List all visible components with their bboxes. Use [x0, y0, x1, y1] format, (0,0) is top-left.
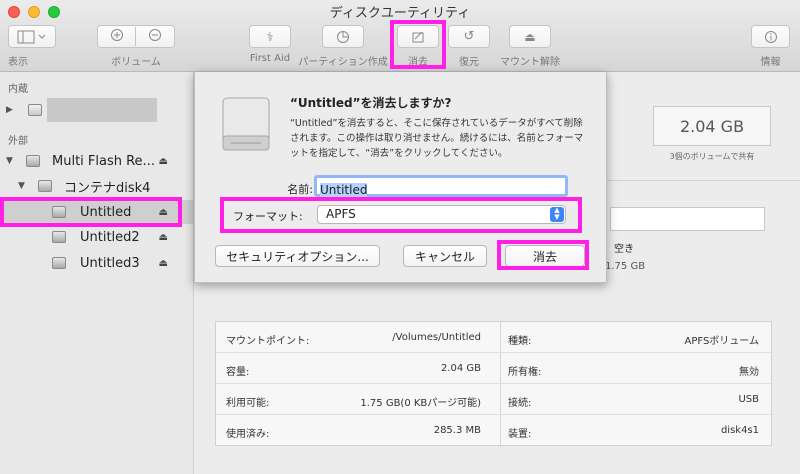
add-volume-icon[interactable]	[98, 27, 136, 46]
free-label: 空き	[614, 244, 634, 255]
select-chevron-icon: ▲ ▼	[550, 207, 564, 222]
info-icon	[764, 30, 777, 43]
divider	[216, 383, 773, 384]
capacity-shared-label: 3個のボリュームで共有	[669, 152, 755, 161]
section-internal: 内蔵	[8, 84, 28, 95]
restore-button[interactable]: ↺	[448, 25, 490, 48]
dialog-message: “Untitled”を消去すると、そこに保存されているデータがすべて削除されます…	[290, 118, 584, 159]
unmount-button[interactable]: ⏏	[509, 25, 551, 48]
volume-button-group[interactable]	[97, 25, 175, 48]
name-field[interactable]: Untitled	[314, 175, 568, 197]
info-button[interactable]	[751, 25, 790, 48]
section-external: 外部	[8, 136, 28, 147]
stethoscope-icon: ⚕	[266, 29, 274, 44]
external-disk-icon	[26, 155, 40, 167]
info-label: 情報	[760, 57, 781, 68]
info-value: APFSボリューム	[684, 336, 760, 347]
volume-icon	[52, 231, 66, 243]
sidebar-item-multi-flash[interactable]: ▼ Multi Flash Re... ⏏	[0, 149, 194, 173]
sidebar-item-untitled2[interactable]: Untitled2 ⏏	[0, 225, 194, 249]
first-aid-label: First Aid	[249, 53, 291, 64]
free-value: 1.75 GB	[605, 261, 646, 272]
volume-label: ボリューム	[111, 57, 161, 68]
disclosure-triangle-icon[interactable]: ▶	[6, 105, 13, 115]
remove-volume-icon[interactable]	[136, 27, 174, 46]
name-field-value: Untitled	[320, 183, 368, 197]
erase-button[interactable]: 消去	[505, 245, 585, 267]
partition-button[interactable]	[322, 25, 364, 48]
divider	[216, 414, 773, 415]
sidebar-item-label: コンテナdisk4	[64, 180, 151, 196]
unmount-icon: ⏏	[524, 29, 536, 44]
erase-dialog: “Untitled”を消去しますか? “Untitled”を消去すると、そこに保…	[194, 72, 607, 283]
erase-toolbar-button[interactable]	[397, 25, 439, 48]
first-aid-button[interactable]: ⚕	[249, 25, 291, 48]
info-value: 285.3 MB	[433, 425, 481, 436]
format-label: フォーマット:	[233, 210, 303, 223]
drive-icon	[222, 97, 270, 151]
sidebar: 内蔵 ▶ 外部 ▼ Multi Flash Re... ⏏ ▼ コンテナdisk…	[0, 72, 194, 474]
info-key: マウントポイント:	[226, 336, 310, 347]
sidebar-item-internal-disk[interactable]: ▶	[0, 98, 194, 122]
view-button[interactable]	[8, 25, 56, 48]
usage-bar	[610, 207, 765, 231]
partition-label: パーティション作成	[298, 57, 388, 68]
sidebar-view-icon	[17, 30, 46, 43]
dialog-title: “Untitled”を消去しますか?	[290, 96, 452, 110]
info-key: 容量:	[226, 367, 250, 378]
disclosure-triangle-open-icon[interactable]: ▼	[6, 156, 13, 166]
info-key: 装置:	[508, 429, 532, 440]
erase-label: 消去	[408, 57, 428, 68]
eject-icon[interactable]: ⏏	[159, 207, 168, 218]
window-title: ディスクユーティリティ	[329, 6, 471, 21]
volume-icon	[52, 257, 66, 269]
disclosure-triangle-open-icon[interactable]: ▼	[18, 181, 25, 191]
sidebar-item-untitled3[interactable]: Untitled3 ⏏	[0, 251, 194, 275]
info-key: 使用済み:	[226, 429, 270, 440]
info-key: 種類:	[508, 336, 532, 347]
eject-icon[interactable]: ⏏	[159, 258, 168, 269]
format-select[interactable]: APFS ▲ ▼	[317, 205, 566, 224]
eject-icon[interactable]: ⏏	[159, 156, 168, 167]
internal-disk-icon	[28, 104, 42, 116]
security-options-button[interactable]: セキュリティオプション...	[215, 245, 380, 267]
sidebar-item-label: Untitled3	[80, 255, 140, 271]
unmount-label: マウント解除	[500, 57, 560, 68]
erase-icon	[412, 31, 424, 42]
format-select-value: APFS	[326, 207, 356, 221]
cancel-button[interactable]: キャンセル	[403, 245, 487, 267]
info-key: 利用可能:	[226, 398, 270, 409]
sidebar-item-container[interactable]: ▼ コンテナdisk4	[0, 174, 194, 198]
info-value: 1.75 GB(0 KBパージ可能)	[360, 398, 481, 409]
sidebar-item-untitled[interactable]: Untitled ⏏	[0, 200, 194, 224]
container-icon	[38, 180, 52, 192]
view-label: 表示	[8, 57, 28, 68]
info-key: 接続:	[508, 398, 532, 409]
name-label: 名前:	[287, 183, 313, 196]
eject-icon[interactable]: ⏏	[159, 232, 168, 243]
sidebar-item-label: Untitled	[80, 204, 132, 220]
restore-icon: ↺	[463, 29, 475, 44]
info-value: USB	[738, 394, 759, 405]
info-table: マウントポイント: /Volumes/Untitled 容量: 2.04 GB …	[215, 321, 773, 447]
volume-icon	[52, 206, 66, 218]
redacted-disk-name	[47, 98, 157, 122]
info-key: 所有権:	[508, 367, 542, 378]
restore-label: 復元	[459, 57, 479, 68]
capacity-box: 2.04 GB	[653, 106, 771, 146]
sidebar-item-label: Multi Flash Re...	[52, 153, 155, 169]
divider	[500, 322, 501, 447]
partition-icon	[337, 30, 349, 43]
info-value: disk4s1	[720, 425, 759, 436]
info-value: 無効	[739, 367, 759, 378]
divider	[216, 352, 773, 353]
info-value: 2.04 GB	[440, 363, 481, 374]
title-bar: ディスクユーティリティ 表示 ボリューム ⚕ First Aid パーティション…	[0, 0, 800, 72]
info-value: /Volumes/Untitled	[392, 332, 481, 343]
sidebar-item-label: Untitled2	[80, 229, 140, 245]
